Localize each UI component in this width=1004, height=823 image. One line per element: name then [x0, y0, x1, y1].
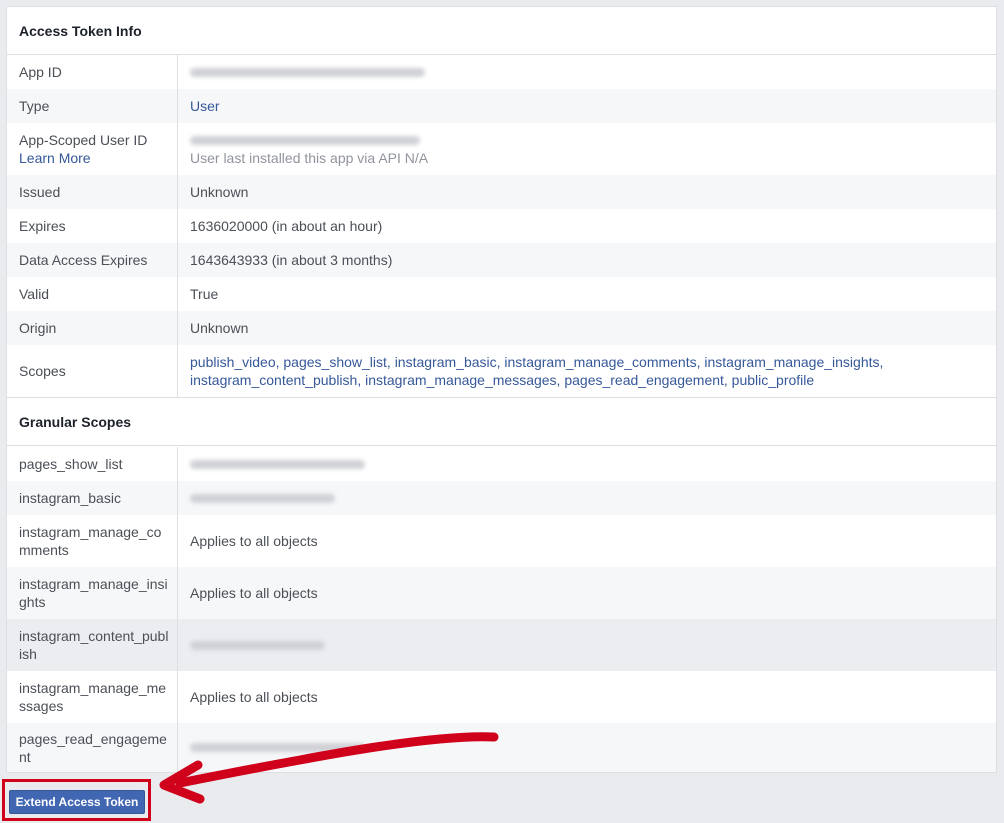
table-row: instagram_manage_insights Applies to all…: [7, 567, 996, 619]
granular-value: Applies to all objects: [190, 533, 318, 549]
redacted-scope-target: [190, 640, 325, 650]
label-origin: Origin: [7, 311, 178, 345]
scopes-line-2: instagram_content_publish, instagram_man…: [190, 372, 815, 388]
section-title: Granular Scopes: [19, 413, 132, 430]
row-type: Type User: [7, 89, 996, 123]
access-token-panel: Access Token Info App ID Type User App-S…: [6, 6, 997, 773]
granular-label: instagram_manage_comments: [7, 515, 178, 567]
granular-value: Applies to all objects: [190, 689, 318, 705]
label-app-scoped-user-id: App-Scoped User ID: [19, 132, 148, 148]
value-data-access-expires: 1643643933 (in about 3 months): [190, 252, 393, 268]
table-row: pages_show_list: [7, 447, 996, 481]
granular-label: instagram_content_publish: [7, 619, 178, 671]
learn-more-link[interactable]: Learn More: [19, 149, 169, 167]
red-arrow-annotation: [159, 732, 499, 804]
label-scopes: Scopes: [7, 345, 178, 397]
granular-label: instagram_manage_messages: [7, 671, 178, 723]
row-origin: Origin Unknown: [7, 311, 996, 345]
value-issued: Unknown: [190, 184, 249, 200]
row-issued: Issued Unknown: [7, 175, 996, 209]
table-row: instagram_content_publish: [7, 619, 996, 671]
highlight-box: Extend Access Token: [2, 779, 151, 821]
label-expires: Expires: [7, 209, 178, 243]
row-expires: Expires 1636020000 (in about an hour): [7, 209, 996, 243]
label-data-access-expires: Data Access Expires: [7, 243, 178, 277]
redacted-scope-target: [190, 493, 335, 503]
label-type: Type: [7, 89, 178, 123]
access-token-info-header: Access Token Info: [7, 7, 996, 55]
extend-access-token-button[interactable]: Extend Access Token: [9, 790, 145, 814]
row-scopes: Scopes publish_video, pages_show_list, i…: [7, 345, 996, 397]
label-valid: Valid: [7, 277, 178, 311]
value-expires: 1636020000 (in about an hour): [190, 218, 383, 234]
granular-value: Applies to all objects: [190, 585, 318, 601]
granular-label: instagram_manage_insights: [7, 567, 178, 619]
section-title: Access Token Info: [19, 22, 142, 39]
granular-label: instagram_basic: [7, 481, 178, 515]
table-row: instagram_manage_messages Applies to all…: [7, 671, 996, 723]
redacted-user-id: [190, 135, 420, 145]
value-valid: True: [190, 286, 219, 302]
row-app-scoped-user-id: App-Scoped User ID Learn More User last …: [7, 123, 996, 175]
redacted-app-id: [190, 67, 425, 77]
label-issued: Issued: [7, 175, 178, 209]
row-data-access-expires: Data Access Expires 1643643933 (in about…: [7, 243, 996, 277]
scopes-line-1: publish_video, pages_show_list, instagra…: [190, 354, 884, 370]
table-row: instagram_manage_comments Applies to all…: [7, 515, 996, 567]
install-note: User last installed this app via API N/A: [190, 150, 429, 166]
table-row: instagram_basic: [7, 481, 996, 515]
label-app-id: App ID: [7, 55, 178, 89]
granular-label: pages_show_list: [7, 447, 178, 481]
redacted-scope-target: [190, 459, 365, 469]
row-valid: Valid True: [7, 277, 996, 311]
row-app-id: App ID: [7, 55, 996, 89]
granular-scopes-header: Granular Scopes: [7, 397, 996, 446]
type-user-link[interactable]: User: [190, 97, 984, 115]
value-origin: Unknown: [190, 320, 249, 336]
